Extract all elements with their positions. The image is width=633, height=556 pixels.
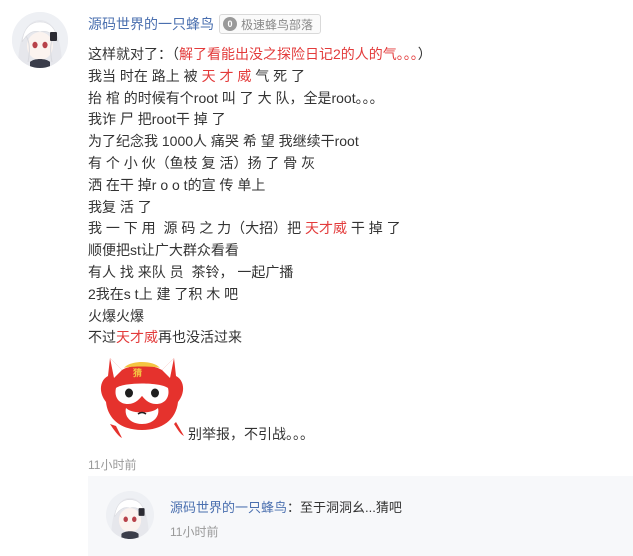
comment-text: 这样就对了：（: [88, 46, 179, 62]
highlight-text: 天 才 威: [201, 67, 252, 84]
sticker-caption: 别举报，不引战。。。: [188, 426, 314, 442]
comment-text: 我诈 尸 把root干 掉 了: [88, 111, 226, 128]
highlight-text: 解了看能出没之探险日记2的人的气。。。: [179, 46, 418, 62]
level-badge-icon: 0: [223, 17, 237, 31]
comment-line: 火爆火爆: [88, 306, 618, 328]
comment-text: 我 一 下 用 源 码 之 力（大招）把: [88, 220, 306, 237]
red-hooded-cat-sticker: 猜: [96, 340, 188, 440]
badge-label: 极速蜂鸟部落: [241, 17, 314, 32]
comment-text: 干 掉 了: [347, 220, 401, 237]
reply-time: 11小时前: [170, 525, 219, 539]
comment-body: 这样就对了：（解了看能出没之探险日记2的人的气。。。） 我当 时在 路上 被 天 …: [88, 44, 618, 349]
comment-text: 我当 时在 路上 被: [88, 67, 202, 84]
comment-text: ）: [417, 46, 432, 62]
highlight-text: 天才威: [305, 220, 348, 237]
comment-line: 顺便把st让广大群众看看: [88, 240, 618, 262]
avatar-image: [12, 12, 68, 68]
reply-username[interactable]: 源码世界的一只蜂鸟: [170, 500, 287, 515]
comment-text: 火爆火爆: [88, 307, 144, 324]
comment-line: 这样就对了：（解了看能出没之探险日记2的人的气。。。）: [88, 44, 618, 66]
reply-separator: ：: [287, 500, 301, 515]
comment-line: 有人 找 来队 员 茶铃， 一起广播: [88, 262, 618, 284]
comment-line: 有 个 小 伙（鱼枝 复 活）扬 了 骨 灰: [88, 153, 618, 175]
comment-line: 我当 时在 路上 被 天 才 威 气 死 了: [88, 66, 618, 88]
comment-text: 为了纪念我 1000人 痛哭 希 望 我继续干root: [88, 133, 359, 150]
comment-line: 抬 棺 的时候有个root 叫 了 大 队，全是root。。。: [88, 88, 618, 110]
comment-text: 有人 找 来队 员 茶铃， 一起广播: [88, 263, 294, 280]
comment-time: 11小时前: [88, 458, 137, 472]
comment-text: 抬 棺 的时候有个root 叫 了 大 队，全是root。。。: [88, 89, 384, 106]
reply-line: 源码世界的一只蜂鸟：至于洞洞幺...猜吧: [170, 497, 402, 516]
reply-avatar[interactable]: [106, 491, 154, 539]
user-avatar[interactable]: [12, 12, 68, 68]
comment-line: 我复 活 了: [88, 197, 618, 219]
comment-line: 洒 在干 掉r o o t的宣 传 单上: [88, 175, 618, 197]
comment-text: 有 个 小 伙（鱼枝 复 活）扬 了 骨 灰: [88, 154, 316, 171]
reply-content: 至于洞洞幺...猜吧: [300, 500, 402, 515]
comment-text: 洒 在干 掉r o o t的宣 传 单上: [88, 176, 266, 193]
comment-line: 2我在s t上 建 了积 木 吧: [88, 284, 618, 306]
svg-text:猜: 猜: [132, 367, 142, 379]
tribe-badge[interactable]: 0 极速蜂鸟部落: [219, 14, 322, 34]
reply-avatar-image: [106, 491, 154, 539]
comment-text: 顺便把st让广大群众看看: [88, 242, 239, 259]
comment-username[interactable]: 源码世界的一只蜂鸟: [88, 14, 214, 34]
comment-line: 我诈 尸 把root干 掉 了: [88, 109, 618, 131]
comment-line: 我 一 下 用 源 码 之 力（大招）把 天才威 干 掉 了: [88, 218, 618, 240]
comment-line: 为了纪念我 1000人 痛哭 希 望 我继续干root: [88, 131, 618, 153]
comment-text: 我复 活 了: [88, 198, 152, 215]
comment-text: 气 死 了: [251, 67, 306, 84]
comment-text: 2我在s t上 建 了积 木 吧: [88, 285, 239, 302]
reply-container: [88, 476, 633, 556]
